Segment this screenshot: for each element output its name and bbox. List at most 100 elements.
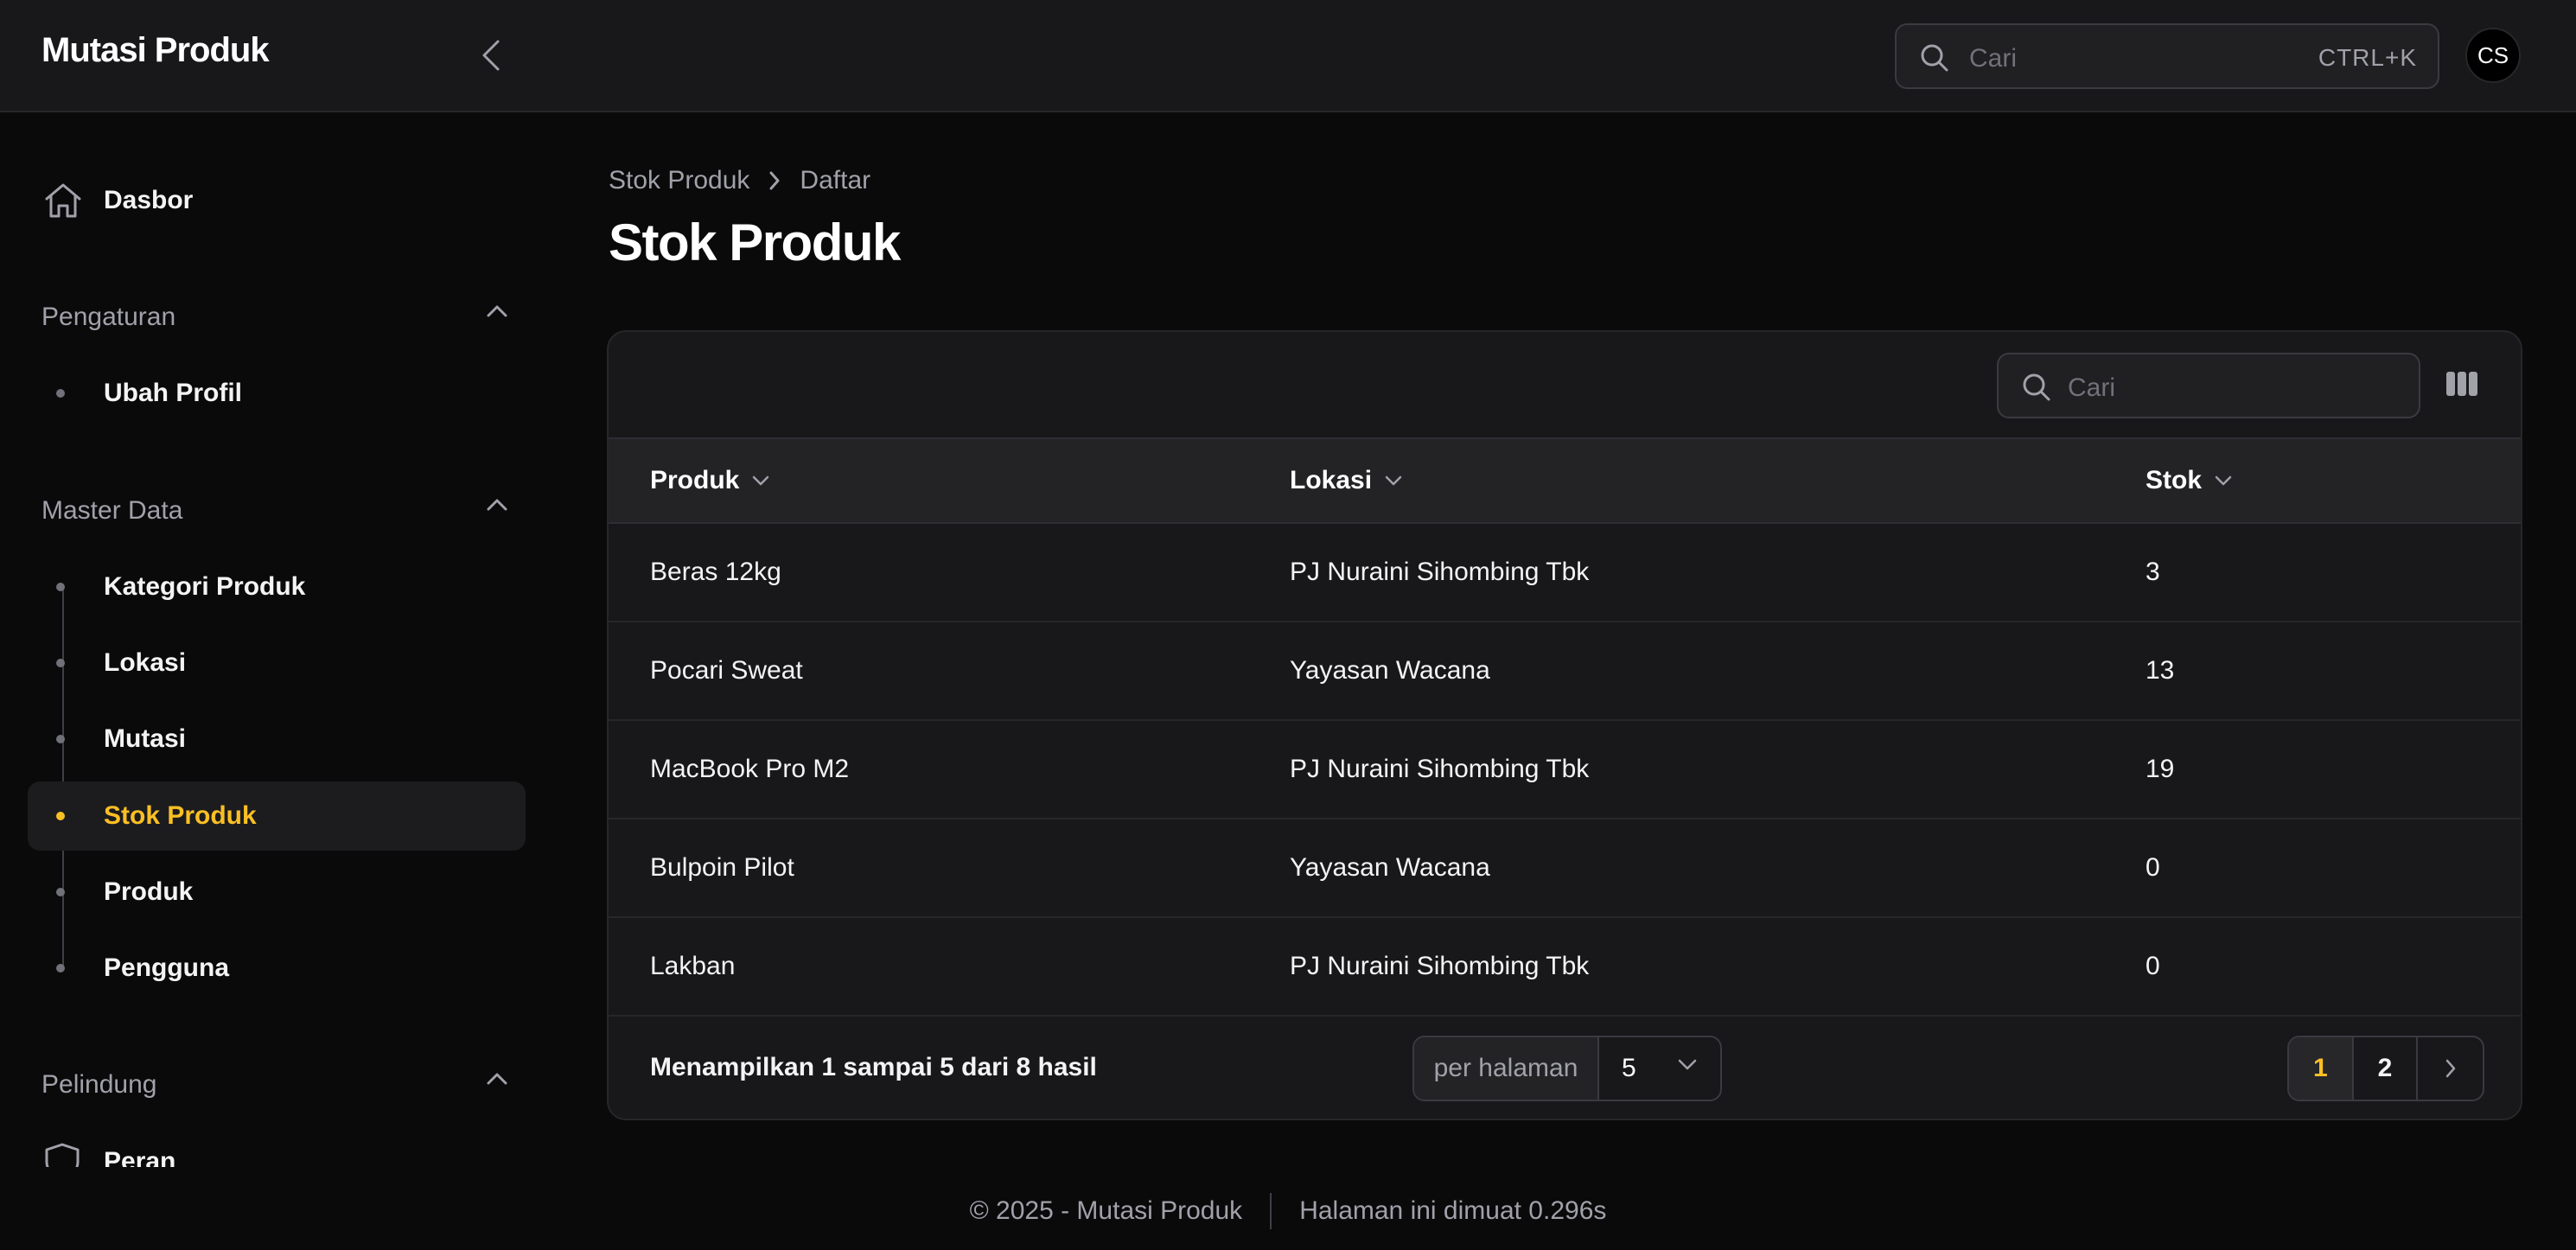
chevron-right-icon	[2445, 1059, 2455, 1078]
cell-lokasi: Yayasan Wacana	[1290, 656, 1490, 685]
table-header: Produk Lokasi Stok	[609, 437, 2521, 524]
top-bar: Mutasi Produk Cari CTRL+K CS	[0, 0, 2576, 112]
page-title: Stok Produk	[609, 214, 901, 271]
chevron-up-icon	[487, 499, 507, 511]
column-header-lokasi[interactable]: Lokasi	[1290, 439, 1403, 522]
sidebar-item-kategori-produk[interactable]: Kategori Produk	[28, 552, 526, 622]
breadcrumb: Stok Produk Daftar	[609, 166, 870, 195]
sidebar-item-label: Peran	[104, 1147, 176, 1167]
chevron-down-icon	[1678, 1059, 1697, 1070]
cell-stok: 3	[2146, 558, 2160, 586]
chevron-right-icon	[768, 170, 781, 191]
table-row[interactable]: Bulpoin Pilot Yayasan Wacana 0	[609, 820, 2521, 918]
chevron-up-icon	[487, 305, 507, 317]
chevron-left-icon	[482, 40, 500, 71]
cell-lokasi: PJ Nuraini Sihombing Tbk	[1290, 558, 1590, 586]
page-button-1[interactable]: 1	[2289, 1037, 2354, 1100]
cell-produk: MacBook Pro M2	[650, 755, 850, 783]
pagination: 1 2	[2287, 1036, 2484, 1101]
group-label: Pengaturan	[41, 303, 176, 331]
table-search-input[interactable]: Cari	[1997, 353, 2420, 418]
copyright-text: © 2025 - Mutasi Produk	[969, 1196, 1243, 1225]
search-icon	[1921, 44, 1948, 72]
per-page-select[interactable]: per halaman 5	[1412, 1036, 1722, 1101]
avatar[interactable]: CS	[2465, 28, 2521, 83]
chevron-up-icon	[487, 1073, 507, 1085]
collapse-sidebar-button[interactable]	[474, 35, 508, 76]
shield-icon	[45, 1143, 80, 1167]
sidebar-item-peran[interactable]: Peran	[28, 1127, 526, 1167]
column-header-produk[interactable]: Produk	[650, 439, 770, 522]
sidebar-item-label: Stok Produk	[104, 801, 257, 830]
cell-stok: 0	[2146, 853, 2160, 882]
page-button-2[interactable]: 2	[2354, 1037, 2419, 1100]
table-row[interactable]: Beras 12kg PJ Nuraini Sihombing Tbk 3	[609, 524, 2521, 622]
sidebar-item-label: Pengguna	[104, 953, 230, 982]
app-title[interactable]: Mutasi Produk	[41, 31, 270, 70]
breadcrumb-parent-link[interactable]: Stok Produk	[609, 166, 749, 195]
per-page-value[interactable]: 5	[1599, 1037, 1720, 1100]
table-row[interactable]: Pocari Sweat Yayasan Wacana 13	[609, 622, 2521, 721]
column-label: Produk	[650, 466, 740, 494]
cell-stok: 0	[2146, 952, 2160, 980]
group-pelindung[interactable]: Pelindung	[41, 1063, 508, 1107]
chevron-down-icon	[2214, 475, 2233, 487]
next-page-button[interactable]	[2418, 1037, 2483, 1100]
cell-stok: 13	[2146, 656, 2175, 685]
cell-produk: Beras 12kg	[650, 558, 781, 586]
sidebar-item-lokasi[interactable]: Lokasi	[28, 628, 526, 698]
cell-produk: Lakban	[650, 952, 736, 980]
load-time-text: Halaman ini dimuat 0.296s	[1299, 1196, 1607, 1225]
bullet-icon	[56, 735, 65, 743]
home-icon	[45, 183, 81, 218]
bullet-icon	[56, 659, 65, 667]
table-footer: Menampilkan 1 sampai 5 dari 8 hasil per …	[609, 1017, 2521, 1119]
chevron-down-icon	[751, 475, 770, 487]
global-search-input[interactable]: Cari CTRL+K	[1895, 23, 2439, 89]
search-placeholder: Cari	[2068, 373, 2116, 402]
page-footer: © 2025 - Mutasi Produk Halaman ini dimua…	[0, 1193, 2576, 1229]
group-label: Master Data	[41, 496, 183, 525]
column-label: Stok	[2146, 466, 2203, 494]
group-label: Pelindung	[41, 1070, 157, 1099]
column-header-stok[interactable]: Stok	[2146, 439, 2233, 522]
footer-divider	[1270, 1193, 1272, 1229]
sidebar-item-label: Produk	[104, 877, 194, 906]
bullet-icon	[56, 812, 65, 820]
cell-produk: Bulpoin Pilot	[650, 853, 794, 882]
table-row[interactable]: MacBook Pro M2 PJ Nuraini Sihombing Tbk …	[609, 721, 2521, 820]
sidebar-item-dasbor[interactable]: Dasbor	[28, 166, 526, 235]
column-label: Lokasi	[1290, 466, 1373, 494]
search-shortcut: CTRL+K	[2318, 44, 2417, 71]
toggle-columns-button[interactable]	[2445, 367, 2479, 401]
sidebar-item-label: Dasbor	[104, 186, 194, 214]
bullet-icon	[56, 583, 65, 591]
cell-lokasi: PJ Nuraini Sihombing Tbk	[1290, 952, 1590, 980]
sidebar-item-pengguna[interactable]: Pengguna	[28, 934, 526, 1003]
sidebar-item-label: Mutasi	[104, 724, 187, 753]
sidebar-item-produk[interactable]: Produk	[28, 858, 526, 927]
sidebar-item-label: Ubah Profil	[104, 379, 243, 407]
bullet-icon	[56, 888, 65, 896]
table-row[interactable]: Lakban PJ Nuraini Sihombing Tbk 0	[609, 918, 2521, 1017]
bullet-icon	[56, 389, 65, 398]
per-page-label: per halaman	[1414, 1037, 1599, 1100]
breadcrumb-current: Daftar	[800, 166, 871, 195]
sidebar-item-ubah-profil[interactable]: Ubah Profil	[28, 359, 526, 428]
sidebar: Dasbor Pengaturan Ubah Profil Master Dat…	[0, 112, 553, 1167]
sidebar-item-label: Lokasi	[104, 648, 187, 677]
cell-lokasi: Yayasan Wacana	[1290, 853, 1490, 882]
columns-icon	[2446, 372, 2477, 396]
bullet-icon	[56, 964, 65, 973]
per-page-selected: 5	[1622, 1054, 1636, 1082]
chevron-down-icon	[1384, 475, 1403, 487]
sidebar-item-mutasi[interactable]: Mutasi	[28, 705, 526, 774]
results-summary: Menampilkan 1 sampai 5 dari 8 hasil	[650, 1053, 1097, 1081]
sidebar-item-stok-produk[interactable]: Stok Produk	[28, 781, 526, 851]
group-pengaturan[interactable]: Pengaturan	[41, 296, 508, 339]
search-icon	[2023, 373, 2050, 401]
group-master-data[interactable]: Master Data	[41, 489, 508, 533]
cell-lokasi: PJ Nuraini Sihombing Tbk	[1290, 755, 1590, 783]
search-placeholder: Cari	[1969, 44, 2018, 73]
stock-table-card: Cari Produk Lokasi Stok Beras 12kg PJ Nu…	[607, 330, 2522, 1120]
